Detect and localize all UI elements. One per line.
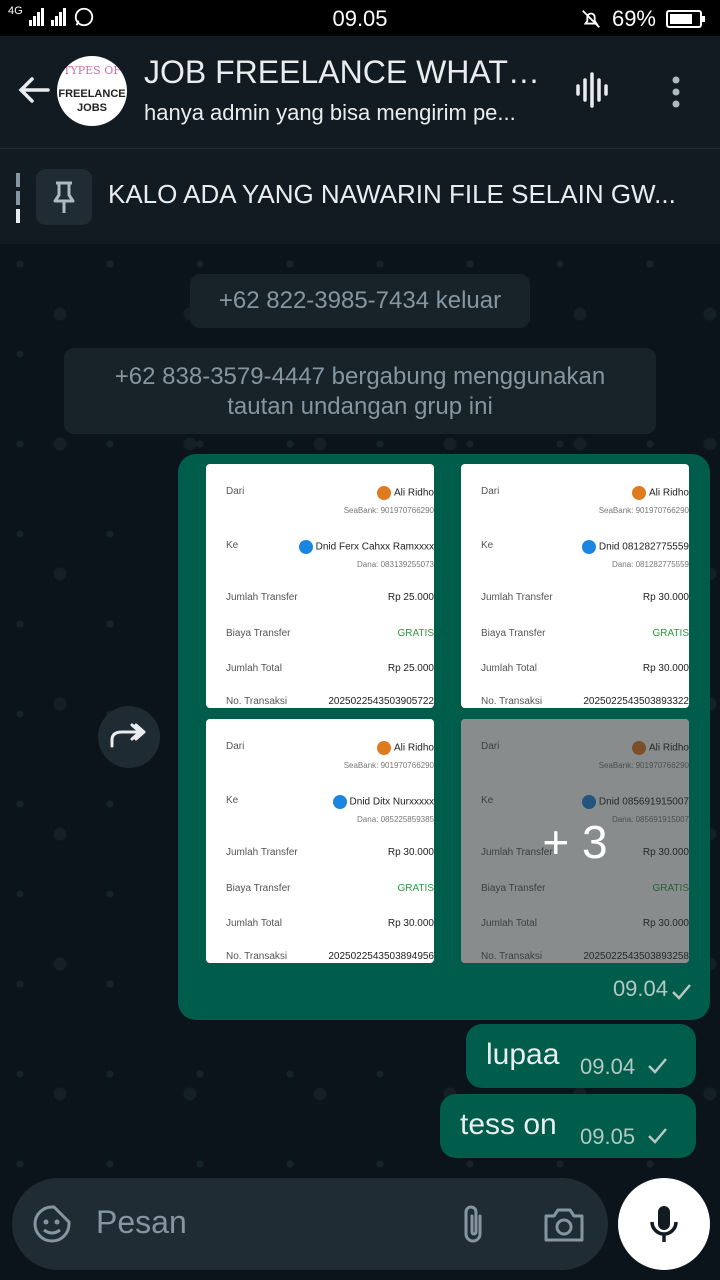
message-time: 09.04 [580,1054,636,1079]
total-value: Rp 25.000 [387,663,434,674]
pinned-text: KALO ADA YANG NAWARIN FILE SELAIN GW... [108,179,676,209]
pin-indicator [16,173,20,223]
status-bar: 4G 09.05 69% [0,0,720,36]
tx-value: 2025022543503893322 [583,696,689,707]
label-tx: No. Transaksi [226,696,288,707]
avatar-text-1: TYPES OF [63,64,121,77]
chat-area[interactable]: +62 822-3985-7434 keluar +62 838-3579-44… [0,244,720,1174]
voice-chat-icon[interactable] [572,70,612,110]
recipient-name: Dnid Ferx Cahxx Ramxxxx [298,540,434,554]
label-to: Ke [481,540,494,551]
system-message-left-text: +62 822-3985-7434 keluar [218,287,502,314]
label-fee: Biaya Transfer [481,628,546,639]
message-bubble[interactable]: tess on 09.05 [440,1094,696,1158]
system-message-joined-line2: tautan undangan grup ini [227,393,493,420]
tx-value: 2025022543503905722 [328,696,434,707]
mic-icon [650,1206,678,1242]
amount-value: Rp 25.000 [387,592,434,603]
label-amount: Jumlah Transfer [481,592,553,603]
sent-check-icon [648,1128,667,1144]
sender-name: Ali Ridho [376,741,434,755]
battery-icon [666,10,705,28]
label-amount: Jumlah Transfer [226,592,298,603]
status-icons-right: 69% [580,6,706,32]
amount-value: Rp 30.000 [387,847,434,858]
camera-icon[interactable] [542,1204,586,1244]
label-tx: No. Transaksi [481,696,543,707]
recipient-name: Dnid 081282775559 [581,540,689,554]
amount-value: Rp 30.000 [642,592,689,603]
seabank-account: SeaBank: 901970766290 [598,506,689,515]
group-avatar[interactable]: TYPES OF FREELANCE JOBS [57,56,127,126]
label-from: Dari [226,486,245,497]
dana-account: Dana: 085225859385 [357,815,434,824]
label-from: Dari [481,486,500,497]
group-subtitle[interactable]: hanya admin yang bisa mengirim pe... [144,100,544,126]
image-thumbnail[interactable]: Dari Ali Ridho SeaBank: 901970766290 Ke Dnid… [206,719,434,963]
label-amount: Jumlah Transfer [226,847,298,858]
system-message-joined-line1: +62 838-3579-4447 bergabung menggunakan [114,363,606,390]
sender-name: Ali Ridho [631,486,689,500]
label-tx: No. Transaksi [226,951,288,962]
pin-icon-box [36,169,92,225]
pinned-message-bar[interactable]: KALO ADA YANG NAWARIN FILE SELAIN GW... [0,148,720,244]
image-thumbnail[interactable]: Dari Ali Ridho SeaBank: 901970766290 Ke Dnid… [461,464,689,708]
more-options-icon[interactable] [664,74,688,110]
fee-value: GRATIS [397,883,434,894]
seabank-account: SeaBank: 901970766290 [343,761,434,770]
fee-value: GRATIS [397,628,434,639]
sent-check-icon [648,1058,667,1074]
total-value: Rp 30.000 [387,918,434,929]
more-images-overlay[interactable]: + 3 [461,719,689,963]
forward-button[interactable] [98,706,160,768]
message-text: lupaa [486,1038,560,1071]
image-thumbnail[interactable]: DariAli RidhoSeaBank: 901970766290KeDnid… [461,719,689,963]
message-input[interactable]: Pesan [96,1204,187,1241]
system-message-left: +62 822-3985-7434 keluar [190,274,530,328]
label-to: Ke [226,540,239,551]
pin-icon [53,181,75,213]
mute-bell-icon [582,10,600,28]
message-text: tess on [460,1108,557,1141]
avatar-text-2: FREELANCE [58,88,126,100]
label-fee: Biaya Transfer [226,628,291,639]
tx-value: 2025022543503894956 [328,951,434,962]
message-time: 09.04 [612,976,668,1001]
message-bubble[interactable]: lupaa 09.04 [466,1024,696,1088]
more-images-count: + 3 [542,816,608,868]
label-total: Jumlah Total [226,663,282,674]
image-thumbnail[interactable]: Dari Ali Ridho SeaBank: 901970766290 Ke Dnid… [206,464,434,708]
voice-record-button[interactable] [618,1178,710,1270]
total-value: Rp 30.000 [642,663,689,674]
group-title[interactable]: JOB FREELANCE WHATS... [144,54,554,91]
sender-name: Ali Ridho [376,486,434,500]
avatar-text-3: JOBS [77,102,107,114]
dana-account: Dana: 081282775559 [612,560,689,569]
label-from: Dari [226,741,245,752]
fee-value: GRATIS [652,628,689,639]
sent-check-icon [672,984,691,1000]
system-message-joined: +62 838-3579-4447 bergabung menggunakan … [64,348,656,434]
dana-account: Dana: 083139255073 [357,560,434,569]
chat-header: TYPES OF FREELANCE JOBS JOB FREELANCE WH… [0,36,720,148]
seabank-account: SeaBank: 901970766290 [343,506,434,515]
label-to: Ke [226,795,239,806]
label-fee: Biaya Transfer [226,883,291,894]
image-album-message[interactable]: Dari Ali Ridho SeaBank: 901970766290 Ke Dnid… [178,454,710,1020]
sticker-icon[interactable] [32,1204,72,1244]
message-time: 09.05 [580,1124,636,1149]
back-arrow-icon[interactable] [14,70,54,110]
forward-icon [110,723,146,748]
battery-percent: 69% [611,6,656,31]
label-total: Jumlah Total [226,918,282,929]
message-input-bar[interactable]: Pesan [12,1178,608,1270]
label-total: Jumlah Total [481,663,537,674]
attach-icon[interactable] [456,1202,490,1246]
recipient-name: Dnid Ditx Nurxxxxx [332,795,434,809]
